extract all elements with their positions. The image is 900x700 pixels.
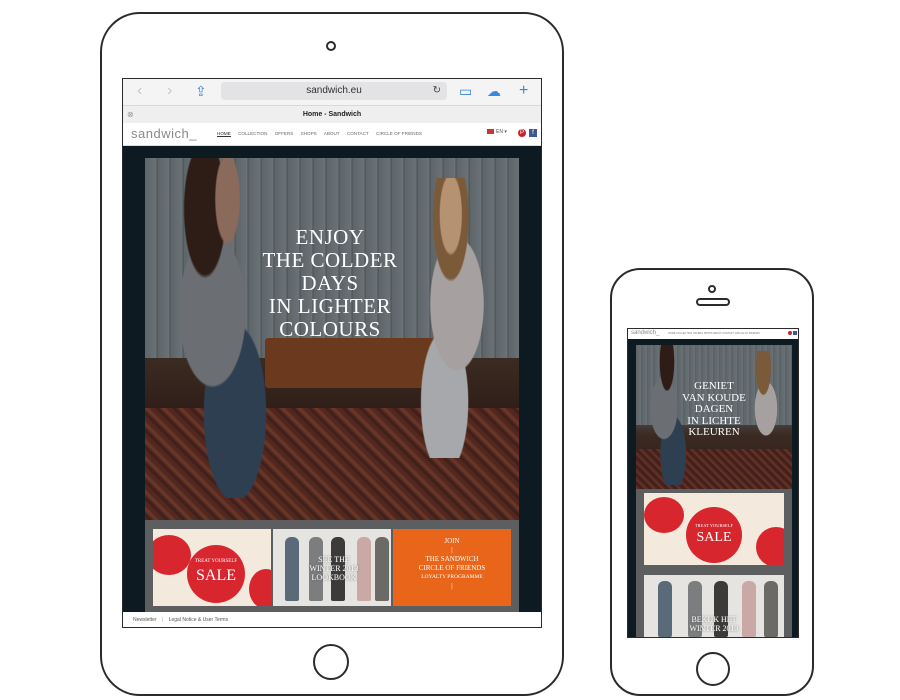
hero-line: THE COLDER [262,248,398,272]
site-footer: Newsletter | Legal Notice & User Terms [123,612,541,627]
phone-main-nav[interactable]: HOME COLLECTION OFFERS SHOPS ABOUT CONTA… [668,332,760,335]
footer-legal-link[interactable]: Legal Notice & User Terms [169,617,228,623]
phone-sale-tile[interactable]: TREAT YOURSELF SALE [644,493,784,565]
red-flower-graphic [644,497,684,533]
sale-tile[interactable]: TREAT YOURSELF SALE [153,529,271,606]
url-text: sandwich.eu [306,85,362,96]
nav-collection[interactable]: COLLECTION [238,131,267,136]
loyalty-line: JOIN [444,537,460,545]
browser-toolbar: ‹ › ⇪ sandwich.eu ↻ ▭ ☁ + [123,79,541,105]
nav-shops[interactable]: SHOPS [301,131,317,136]
lookbook-line: LOOKBOOK [311,573,357,582]
model-figure [658,581,672,637]
red-flower-graphic [756,527,784,565]
nav-offers[interactable]: OFFERS [275,131,294,136]
main-nav: HOME COLLECTION OFFERS SHOPS ABOUT CONTA… [217,131,428,137]
phone-home-button[interactable] [696,652,730,686]
nav-home[interactable]: HOME [217,131,231,137]
hero-line: KLEUREN [688,426,740,438]
lookbook-text: BEKIJK HET WINTER 2013 [682,615,746,633]
pinterest-icon[interactable]: P [518,129,526,137]
facebook-icon[interactable]: f [529,129,537,137]
loyalty-tile[interactable]: JOIN | THE SANDWICH CIRCLE OF FRIENDS LO… [393,529,511,606]
loyalty-line: CIRCLE OF FRIENDS [418,564,486,572]
phone-sale-tile-wrap: TREAT YOURSELF SALE [636,489,792,573]
tab-title: Home - Sandwich [302,111,362,118]
hero-banner[interactable]: ENJOY THE COLDER DAYS IN LIGHTER COLOURS [145,158,519,520]
phone-site-logo[interactable]: sandwich_ [631,330,659,336]
cloud-tabs-icon[interactable]: ☁ [487,83,501,99]
loyalty-line: LOYALTY PROGRAMME [421,574,483,580]
loyalty-line: THE SANDWICH [425,555,479,563]
new-tab-icon[interactable]: + [519,83,528,99]
sale-subtitle: TREAT YOURSELF [694,523,734,528]
phone-lookbook-tile[interactable]: BEKIJK HET WINTER 2013 [644,575,784,637]
language-selector[interactable]: EN ▾ [487,129,507,135]
language-label: EN [496,129,503,135]
phone-speaker [696,298,730,306]
phone-camera [708,285,716,293]
nav-contact[interactable]: CONTACT [347,131,369,136]
sale-subtitle: TREAT YOURSELF [194,559,238,564]
share-icon[interactable]: ⇪ [195,83,207,99]
hero-line: IN LIGHTER [268,294,392,318]
site-logo[interactable]: sandwich_ [131,126,197,141]
uk-flag-icon [487,129,494,135]
promo-tiles: TREAT YOURSELF SALE SEE THE WINTER 2013 … [145,520,519,612]
lookbook-line: SEE THE [318,555,350,564]
lookbook-text: SEE THE WINTER 2013 LOOKBOOK [303,555,365,582]
hero-line: DAYS [301,271,359,295]
hero-line: GENIET [694,380,734,392]
bookmarks-icon[interactable]: ▭ [459,83,472,99]
footer-newsletter-link[interactable]: Newsletter [133,617,157,623]
sale-title: SALE [696,530,732,545]
pinterest-icon[interactable] [788,331,792,335]
forward-icon[interactable]: › [167,82,172,100]
lookbook-line: WINTER 2013 [689,624,739,633]
model-figure [764,581,778,637]
phone-hero-banner[interactable]: GENIET VAN KOUDE DAGEN IN LICHTE KLEUREN [636,345,792,495]
loyalty-line: | [451,582,453,590]
phone-site-header: sandwich_ HOME COLLECTION OFFERS SHOPS A… [628,329,798,339]
hero-line: COLOURS [279,317,381,341]
lookbook-line: BEKIJK HET [691,615,737,624]
model-figure [375,537,389,601]
loyalty-text: JOIN | THE SANDWICH CIRCLE OF FRIENDS LO… [393,537,511,591]
hero-headline: ENJOY THE COLDER DAYS IN LIGHTER COLOURS [245,226,415,341]
phone-lookbook-tile-wrap: BEKIJK HET WINTER 2013 [636,573,792,637]
red-flower-graphic [249,569,271,606]
reload-icon[interactable]: ↻ [433,82,441,100]
nav-about[interactable]: ABOUT [324,131,340,136]
site-header: sandwich_ HOME COLLECTION OFFERS SHOPS A… [123,123,541,146]
close-tab-icon[interactable]: ⊗ [127,106,134,124]
phone-screen: sandwich_ HOME COLLECTION OFFERS SHOPS A… [627,328,799,638]
lookbook-tile[interactable]: SEE THE WINTER 2013 LOOKBOOK [273,529,391,606]
browser-tab[interactable]: ⊗ Home - Sandwich [123,105,541,125]
back-icon[interactable]: ‹ [137,82,142,100]
tablet-screen: ‹ › ⇪ sandwich.eu ↻ ▭ ☁ + ⊗ Home - Sandw… [122,78,542,628]
facebook-icon[interactable] [793,331,797,335]
loyalty-line: | [451,546,453,554]
hero-line: ENJOY [295,225,365,249]
hero-line: DAGEN [694,403,734,415]
model-figure [285,537,299,601]
sale-title: SALE [196,567,236,584]
nav-circle-of-friends[interactable]: CIRCLE OF FRIENDS [376,131,422,136]
tablet-home-button[interactable] [313,644,349,680]
phone-hero-headline: GENIET VAN KOUDE DAGEN IN LICHTE KLEUREN [676,380,752,439]
url-bar[interactable]: sandwich.eu ↻ [221,82,447,100]
tablet-camera [326,41,336,51]
footer-divider: | [162,617,164,623]
lookbook-line: WINTER 2013 [309,564,359,573]
